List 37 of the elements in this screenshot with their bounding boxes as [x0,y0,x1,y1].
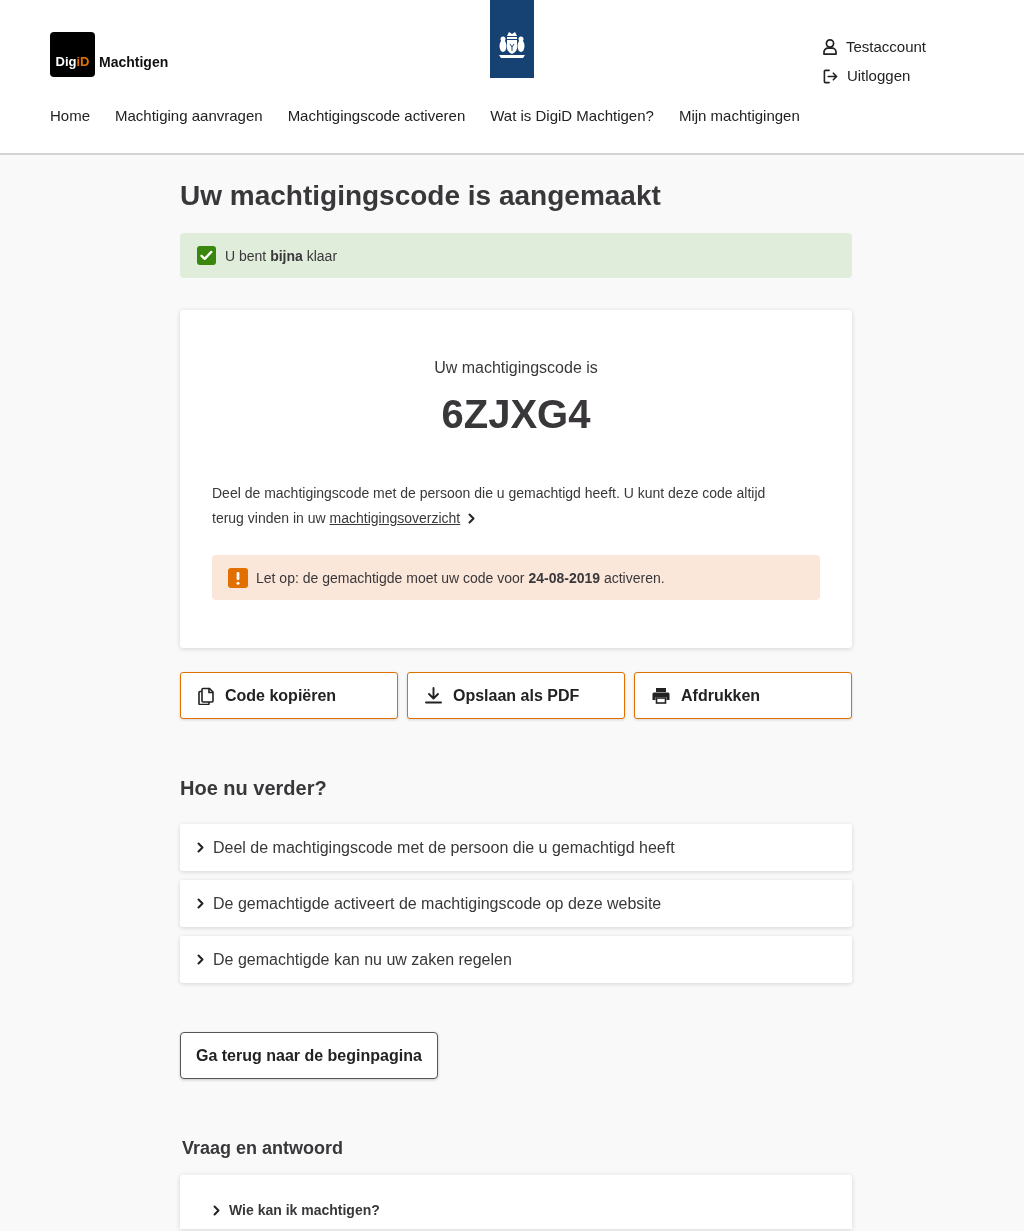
digid-logo[interactable]: DigiD [50,32,95,77]
printer-icon [652,687,670,704]
account-link[interactable]: Testaccount [822,37,926,57]
user-icon [822,39,837,55]
nav-link[interactable]: Machtiging aanvragen [115,104,263,128]
print-button[interactable]: Afdrukken [634,672,852,719]
logout-icon [822,68,838,84]
nav-link[interactable]: Machtigingscode activeren [287,104,466,128]
warning-icon [228,567,248,588]
accordion-item[interactable]: Deel de machtigingscode met de persoon die u gemachtigd heeft [180,824,852,871]
nav-link[interactable]: Home [50,104,90,128]
chevron-icon [468,513,476,524]
site-title: Machtigen [99,52,169,71]
accordion-label: Deel de machtigingscode met de persoon die u gemachtigd heeft [213,837,675,858]
download-button[interactable]: Opslaan als PDF [407,672,625,719]
nav-link[interactable]: Wat is DigiD Machtigen? [490,104,654,128]
nav-link[interactable]: Mijn machtigingen [678,104,800,128]
accordion-label: De gemachtigde activeert de machtigingscode op deze website [213,893,662,914]
warning-message: Let op: de gemachtigde moet uw code voor 24-08-2019 activeren. [256,568,665,588]
code-label: Uw machtigingscode is [433,358,599,378]
copy-button[interactable]: Code kopiëren [180,672,398,719]
accordion-item[interactable]: De gemachtigde activeert de machtigingscode op deze website [180,880,852,927]
copy-icon [198,686,214,705]
page-title: Uw machtigingscode is aangemaakt [180,179,662,213]
authorization-code: 6ZJXG4 [441,391,591,438]
download-icon [425,687,442,704]
success-message: U bent bijna klaar [225,246,338,266]
faq-question-link[interactable]: Wie kan ik machtigen? [213,1199,380,1221]
section-heading: Hoe nu verder? [180,776,328,801]
checkmark-icon [197,246,216,265]
section-heading: Vraag en antwoord [182,1137,345,1160]
accordion-item[interactable]: De gemachtigde kan nu uw zaken regelen [180,936,852,983]
overview-link[interactable]: machtigingsoverzicht [329,506,476,531]
logout-link[interactable]: Uitloggen [822,66,926,86]
back-to-home-button[interactable]: Ga terug naar de beginpagina [180,1032,438,1079]
description-text: Deel de machtigingscode met de persoon die u gemachtigd heeft. U kunt deze code altijd terug vinden in uw machtigingsoverzicht [212,481,794,531]
accordion-label: De gemachtigde kan nu uw zaken regelen [213,949,512,970]
